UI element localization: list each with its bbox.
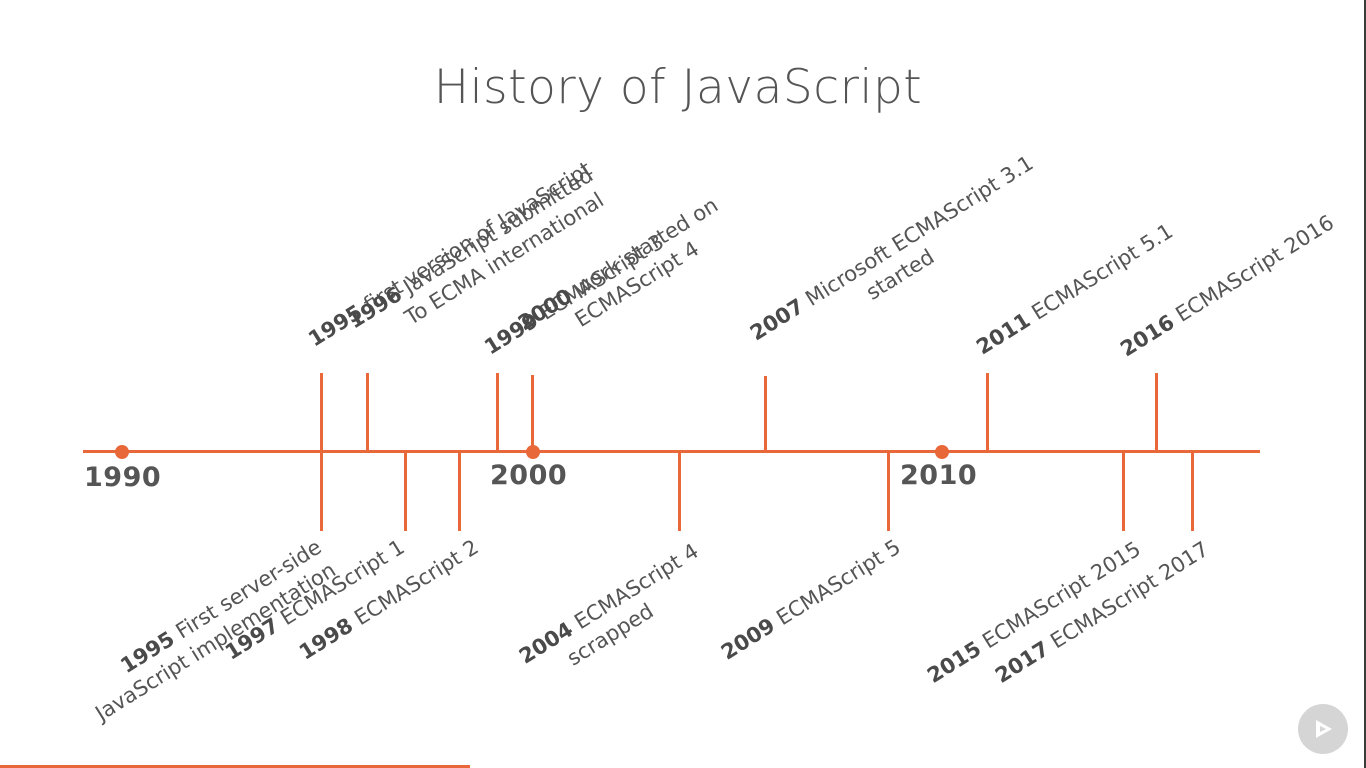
player-button[interactable]: [1298, 704, 1348, 754]
tick-above-2016: [1155, 373, 1158, 453]
tick-below-2009: [887, 451, 890, 531]
tick-above-2000: [531, 375, 534, 453]
tick-above-1999: [496, 373, 499, 453]
tick-below-2017: [1191, 451, 1194, 531]
page-title: History of JavaScript: [433, 60, 923, 115]
tick-above-1995: [320, 373, 323, 453]
decade-label-1990: 1990: [84, 462, 162, 493]
decade-label-2000: 2000: [490, 460, 568, 491]
tick-above-1996: [366, 373, 369, 453]
event-label-2009-ecmascript-5: 2009 ECMAScript 5: [717, 534, 906, 665]
timeline-axis: [83, 450, 1260, 453]
decade-dot-1990: [115, 445, 129, 459]
tick-below-2015: [1122, 451, 1125, 531]
event-label-2004-ecmascript-4-scrapped: 2004 ECMAScript 4 scrapped: [515, 538, 704, 671]
tick-below-1997: [404, 451, 407, 531]
tick-above-2011: [986, 373, 989, 453]
tick-below-1998: [458, 451, 461, 531]
play-icon: [1316, 720, 1332, 738]
tick-below-1995: [320, 451, 323, 531]
tick-below-2004: [678, 451, 681, 531]
decade-label-2010: 2010: [900, 460, 978, 491]
tick-above-2007: [764, 376, 767, 453]
event-label-1995-server-side: 1995 First server-side JavaScript implem…: [90, 534, 340, 726]
decade-dot-2010: [935, 445, 949, 459]
